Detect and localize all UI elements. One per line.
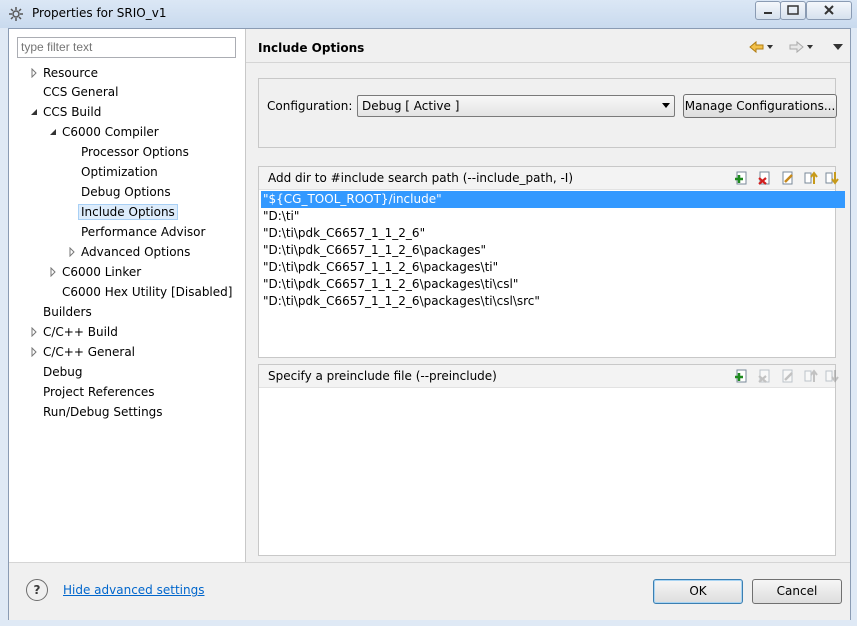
delete-icon[interactable] bbox=[758, 171, 772, 185]
app-icon bbox=[9, 7, 23, 21]
edit-icon[interactable] bbox=[781, 369, 795, 383]
configuration-select[interactable]: Debug [ Active ] bbox=[357, 95, 675, 117]
tree-item-performance-advisor[interactable]: Performance Advisor bbox=[81, 223, 205, 241]
tree-item-c6000-compiler[interactable]: C6000 Compiler bbox=[48, 123, 159, 141]
cancel-button[interactable]: Cancel bbox=[752, 579, 842, 604]
tree-item-processor-options[interactable]: Processor Options bbox=[81, 143, 189, 161]
help-icon[interactable]: ? bbox=[26, 579, 48, 601]
close-button[interactable] bbox=[806, 1, 852, 20]
tree-item-c6000-linker[interactable]: C6000 Linker bbox=[48, 263, 141, 281]
preinclude-header: Specify a preinclude file (--preinclude) bbox=[259, 365, 839, 388]
include-path-row[interactable]: "D:\ti\pdk_C6657_1_1_2_6\packages\ti\csl… bbox=[261, 276, 847, 293]
tree-item-ccs-general[interactable]: CCS General bbox=[43, 83, 118, 101]
minimize-button[interactable] bbox=[755, 1, 781, 20]
tree-item-optimization[interactable]: Optimization bbox=[81, 163, 158, 181]
tree-item-cpp-build[interactable]: C/C++ Build bbox=[29, 323, 118, 341]
include-path-row[interactable]: "D:\ti\pdk_C6657_1_1_2_6" bbox=[261, 225, 847, 242]
collapse-arrow-icon[interactable] bbox=[29, 107, 39, 117]
tree-item-debug-options[interactable]: Debug Options bbox=[81, 183, 171, 201]
move-down-icon[interactable] bbox=[825, 171, 839, 185]
include-path-row[interactable]: "${CG_TOOL_ROOT}/include" bbox=[261, 191, 845, 208]
tree-item-run-debug-settings[interactable]: Run/Debug Settings bbox=[43, 403, 163, 421]
ok-button[interactable]: OK bbox=[653, 579, 743, 604]
page-title: Include Options bbox=[258, 41, 365, 55]
tree-item-debug[interactable]: Debug bbox=[43, 363, 82, 381]
forward-icon[interactable] bbox=[788, 40, 814, 54]
tree-item-resource[interactable]: Resource bbox=[29, 64, 98, 82]
filter-input[interactable] bbox=[17, 37, 236, 58]
tree-item-advanced-options[interactable]: Advanced Options bbox=[67, 243, 190, 261]
manage-configurations-button[interactable]: Manage Configurations... bbox=[683, 94, 837, 118]
expand-arrow-icon[interactable] bbox=[67, 247, 77, 257]
include-path-panel: Add dir to #include search path (--inclu… bbox=[258, 166, 845, 358]
tree-item-c6000-hex-utility[interactable]: C6000 Hex Utility [Disabled] bbox=[62, 283, 232, 301]
tree-item-cpp-general[interactable]: C/C++ General bbox=[29, 343, 135, 361]
dialog-footer: ? Hide advanced settings OK Cancel bbox=[9, 562, 850, 620]
close-icon bbox=[824, 5, 834, 15]
include-path-row[interactable]: "D:\ti\pdk_C6657_1_1_2_6\packages\ti" bbox=[261, 259, 847, 276]
expand-arrow-icon[interactable] bbox=[48, 267, 58, 277]
move-up-icon[interactable] bbox=[804, 369, 818, 383]
include-path-row[interactable]: "D:\ti\pdk_C6657_1_1_2_6\packages\ti\csl… bbox=[261, 293, 847, 310]
add-icon[interactable] bbox=[735, 369, 749, 383]
tree-item-project-references[interactable]: Project References bbox=[43, 383, 155, 401]
maximize-icon bbox=[787, 5, 799, 15]
include-path-header: Add dir to #include search path (--inclu… bbox=[259, 167, 839, 190]
title-bar: Properties for SRIO_v1 bbox=[0, 0, 857, 28]
include-path-row[interactable]: "D:\ti" bbox=[261, 208, 847, 225]
tree-item-ccs-build[interactable]: CCS Build bbox=[29, 103, 101, 121]
move-up-icon[interactable] bbox=[804, 171, 818, 185]
tree-item-include-options[interactable]: Include Options bbox=[78, 203, 178, 221]
preinclude-panel: Specify a preinclude file (--preinclude) bbox=[258, 364, 839, 556]
expand-arrow-icon[interactable] bbox=[29, 327, 39, 337]
tree-item-builders[interactable]: Builders bbox=[43, 303, 92, 321]
title-separator bbox=[246, 62, 850, 63]
add-icon[interactable] bbox=[735, 171, 749, 185]
back-icon[interactable] bbox=[748, 40, 774, 54]
configuration-label: Configuration: bbox=[267, 99, 353, 113]
move-down-icon[interactable] bbox=[825, 369, 839, 383]
property-tree: Resource CCS General CCS Build C6000 Com… bbox=[9, 29, 246, 562]
properties-page: Include Options Configuration: Debug [ A… bbox=[246, 29, 850, 562]
collapse-arrow-icon[interactable] bbox=[48, 127, 58, 137]
expand-arrow-icon[interactable] bbox=[29, 68, 39, 78]
minimize-icon bbox=[764, 12, 772, 14]
chevron-down-icon bbox=[662, 103, 670, 108]
view-menu-icon[interactable] bbox=[832, 40, 844, 54]
configuration-group: Configuration: Debug [ Active ] Manage C… bbox=[258, 78, 837, 148]
edit-icon[interactable] bbox=[781, 171, 795, 185]
expand-arrow-icon[interactable] bbox=[29, 347, 39, 357]
maximize-button[interactable] bbox=[780, 1, 806, 20]
dialog-body: Resource CCS General CCS Build C6000 Com… bbox=[8, 28, 851, 620]
window-title: Properties for SRIO_v1 bbox=[32, 6, 167, 20]
hide-advanced-settings-link[interactable]: Hide advanced settings bbox=[63, 583, 204, 597]
include-path-row[interactable]: "D:\ti\pdk_C6657_1_1_2_6\packages" bbox=[261, 242, 847, 259]
delete-icon[interactable] bbox=[758, 369, 772, 383]
